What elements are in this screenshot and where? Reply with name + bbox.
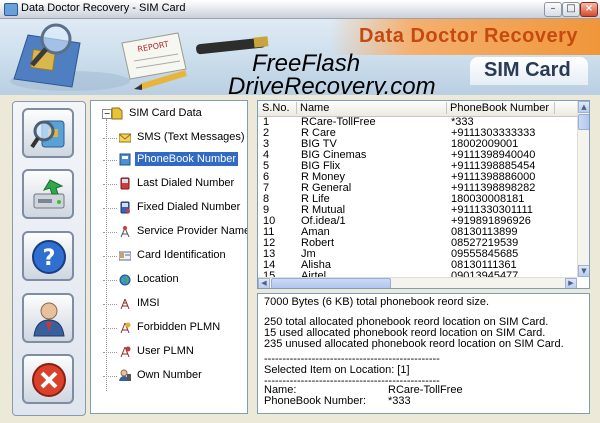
- tree-item-label: SMS (Text Messages): [137, 131, 245, 143]
- total-size-text: 7000 Bytes (6 KB) total phonebook reord …: [264, 296, 490, 308]
- vertical-scroll-thumb[interactable]: [578, 114, 589, 130]
- about-button[interactable]: [22, 293, 74, 343]
- tree-item-label: Service Provider Name: [137, 225, 248, 237]
- table-body: 1 RCare-TollFree *333 2 R Care +9111303333333…: [258, 116, 577, 288]
- tower-user-icon: [120, 346, 131, 358]
- tree-item-label: User PLMN: [137, 345, 194, 357]
- tree-item-label: Location: [137, 273, 179, 285]
- close-button[interactable]: ×: [580, 2, 598, 17]
- tower-icon: [120, 298, 130, 310]
- tree-item-label: PhoneBook Number: [135, 152, 239, 166]
- tree-item-label: Last Dialed Number: [137, 177, 235, 189]
- watermark-line2: DriveRecovery.com: [228, 73, 436, 95]
- exit-button[interactable]: [22, 354, 74, 404]
- phonebook-table[interactable]: S.No. Name PhoneBook Number 1 RCare-TollF…: [257, 100, 590, 289]
- header-banner: REPORT Data Doctor Recovery SIM Card Fre…: [0, 19, 600, 95]
- phone-red-icon: [120, 177, 130, 190]
- search-sim-button[interactable]: [22, 108, 74, 158]
- tree-item-label: Fixed Dialed Number: [137, 201, 241, 213]
- save-drive-icon: [33, 179, 65, 209]
- unused-allocated-text: 235 unused allocated phonebook reord loc…: [264, 338, 564, 350]
- help-icon: ?: [32, 240, 66, 274]
- envelope-icon: [119, 133, 131, 143]
- scroll-up-arrow[interactable]: ▲: [578, 101, 589, 113]
- scroll-down-arrow[interactable]: ▼: [578, 265, 589, 277]
- svg-text:?: ?: [43, 246, 56, 271]
- scroll-left-arrow[interactable]: ◀: [258, 278, 270, 288]
- details-panel[interactable]: 7000 Bytes (6 KB) total phonebook reord …: [257, 293, 590, 414]
- tree-root-label: SIM Card Data: [129, 107, 202, 119]
- sim-data-tree[interactable]: − SIM Card Data SMS (Text Messages) Phon…: [90, 100, 248, 414]
- id-card-icon: [119, 251, 131, 261]
- phonebook-number-value: *333: [388, 395, 411, 407]
- title-bar[interactable]: Data Doctor Recovery - SIM Card – □ ×: [0, 0, 600, 19]
- minimize-button[interactable]: –: [544, 2, 562, 17]
- scroll-right-arrow[interactable]: ▶: [565, 278, 577, 288]
- table-horizontal-scrollbar[interactable]: ◀ ▶: [258, 277, 577, 288]
- search-sim-icon: [30, 120, 65, 149]
- table-header: S.No. Name PhoneBook Number: [258, 101, 577, 117]
- maximize-button[interactable]: □: [562, 2, 580, 17]
- person-phone-icon: [119, 369, 131, 381]
- app-window: Data Doctor Recovery - SIM Card – □ × RE…: [0, 0, 600, 423]
- window-title: Data Doctor Recovery - SIM Card: [21, 2, 186, 14]
- phone-blue-icon: [120, 201, 130, 214]
- exit-icon: [32, 363, 66, 397]
- tree-item-label: IMSI: [137, 297, 160, 309]
- phonebook-icon: [119, 153, 131, 166]
- product-subtitle: SIM Card: [484, 59, 571, 81]
- column-header-name[interactable]: Name: [300, 102, 329, 114]
- table-vertical-scrollbar[interactable]: ▲ ▼: [577, 101, 589, 277]
- tree-item-label: Own Number: [137, 369, 202, 381]
- app-name: Data Doctor Recovery: [359, 25, 578, 47]
- tree-item-label: Forbidden PLMN: [137, 321, 221, 333]
- save-button[interactable]: [22, 169, 74, 219]
- column-header-number[interactable]: PhoneBook Number: [450, 102, 549, 114]
- help-button[interactable]: ?: [22, 231, 74, 281]
- left-toolbar: ?: [12, 101, 86, 416]
- column-header-sno[interactable]: S.No.: [262, 102, 290, 114]
- phonebook-number-label: PhoneBook Number:: [264, 395, 367, 407]
- sim-card-icon: [111, 107, 123, 120]
- antenna-icon: [120, 226, 130, 238]
- user-icon: [33, 302, 65, 337]
- tower-forbidden-icon: [120, 322, 131, 334]
- app-icon: [4, 3, 18, 16]
- horizontal-scroll-thumb[interactable]: [271, 278, 391, 288]
- tree-item-label: Card Identification: [137, 249, 226, 261]
- globe-icon: [119, 274, 131, 286]
